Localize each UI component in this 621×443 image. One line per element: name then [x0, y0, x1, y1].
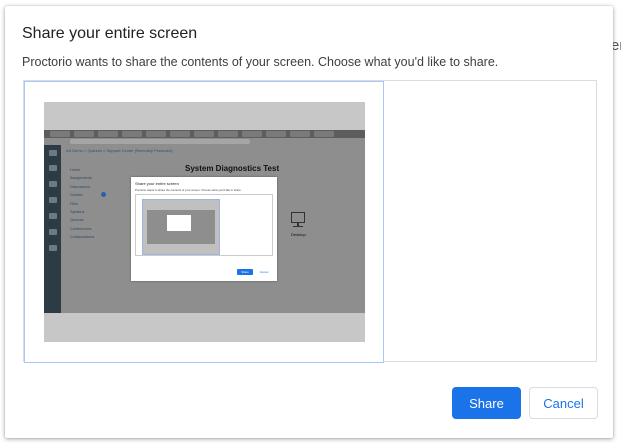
source-picker: Art Demo > Quizzes > Support Center (Rem…: [23, 80, 597, 363]
dialog-subtitle: Proctorio wants to share the contents of…: [22, 55, 499, 69]
thumb-nav-item: Discussions: [70, 184, 91, 189]
thumb-nav-item: Quizzes: [70, 218, 84, 223]
thumb-nav-item: Assignments: [70, 176, 92, 181]
screen-share-dialog: Share your entire screen Proctorio wants…: [5, 6, 613, 438]
thumb-nav-item: Files: [70, 201, 79, 206]
mini-dialog-picker: [135, 194, 273, 256]
thumb-heading: System Diagnostics Test: [185, 164, 280, 173]
dialog-title: Share your entire screen: [22, 25, 198, 42]
thumb-tab-strip: [44, 130, 365, 138]
thumb-nav-item: Home: [70, 168, 81, 172]
thumb-nav-item: Conferences: [70, 226, 92, 231]
thumb-bottom-area: [44, 313, 365, 342]
thumb-nav-item: Syllabus: [70, 209, 85, 214]
screen-thumbnail: Art Demo > Quizzes > Support Center (Rem…: [44, 102, 365, 342]
share-button[interactable]: Share: [452, 387, 521, 419]
monitor-base: [293, 226, 303, 227]
mini-dialog-subtitle: Proctorio wants to share the contents of…: [135, 188, 242, 192]
monitor-icon: [291, 212, 305, 223]
thumb-breadcrumb: Art Demo > Quizzes > Support Center (Rem…: [66, 148, 173, 153]
cancel-button[interactable]: Cancel: [529, 387, 598, 419]
mini-cancel-button: Cancel: [259, 270, 269, 274]
mini-dialog-thumbnail: [142, 199, 220, 255]
thumb-desktop-label: Desktop: [291, 232, 306, 237]
thumb-sidebar: [44, 145, 61, 313]
mini-dialog-title: Share your entire screen: [135, 181, 179, 186]
screen-source-tile[interactable]: Art Demo > Quizzes > Support Center (Rem…: [24, 81, 384, 363]
thumb-url-box: [70, 139, 250, 144]
mini-share-button: Share: [237, 269, 253, 275]
thumb-nav-item: Grades: [70, 193, 83, 198]
thumb-nav-item: Collaborations: [70, 235, 95, 240]
thumb-mini-dialog: Share your entire screen Proctorio wants…: [131, 177, 277, 281]
thumb-badge: [101, 192, 106, 197]
thumb-course-nav: Home Assignments Discussions Grades File…: [70, 166, 94, 242]
